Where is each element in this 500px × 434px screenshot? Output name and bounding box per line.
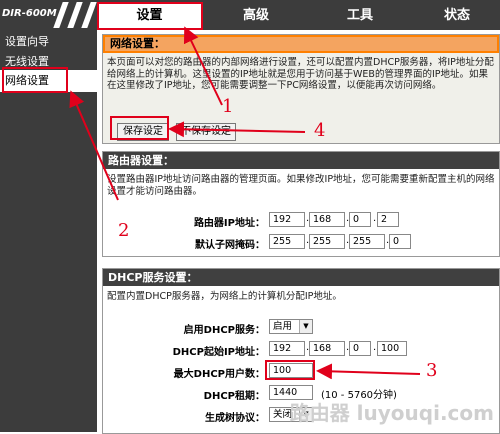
annotation-arrows (69, 26, 421, 380)
annotation-number-4: 4 (314, 120, 326, 141)
annotation-number-1: 1 (222, 96, 234, 117)
arrow-1 (183, 26, 223, 106)
arrow-3 (316, 363, 421, 380)
annotation-number-2: 2 (118, 220, 130, 241)
arrow-4 (168, 121, 306, 138)
annotation-number-3: 3 (426, 360, 438, 381)
watermark: 路由器 luyouqi.com (289, 401, 494, 425)
arrow-2 (69, 90, 119, 201)
